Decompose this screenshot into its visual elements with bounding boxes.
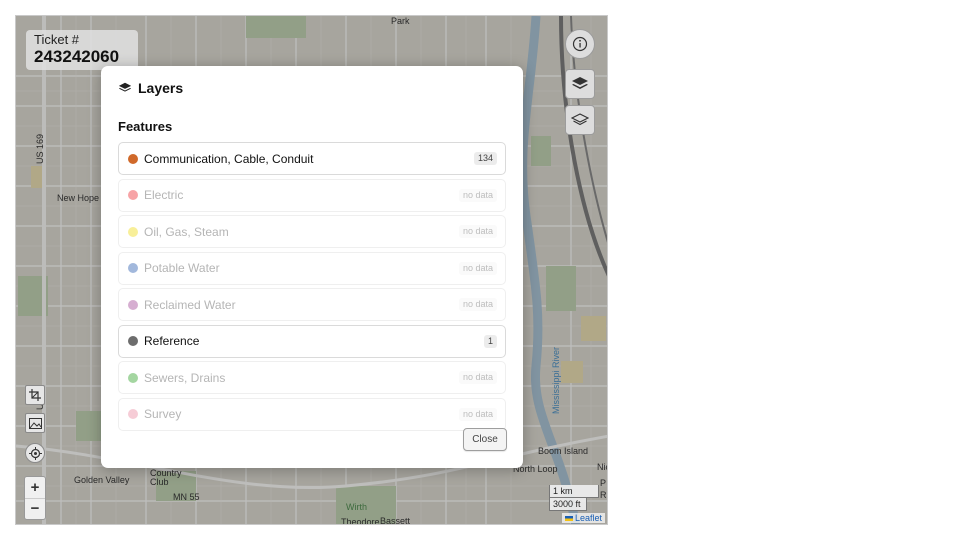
layer-item-reference[interactable]: Reference 1 [118, 324, 506, 358]
layers-button[interactable] [565, 69, 595, 99]
info-button[interactable] [565, 29, 595, 59]
layer-color-dot [128, 226, 138, 237]
layer-count-badge: no data [458, 261, 497, 275]
layers-modal: Layers Features Communication, Cable, Co… [101, 66, 523, 468]
layer-color-dot [128, 153, 138, 164]
ticket-panel: Ticket # 243242060 [26, 30, 138, 70]
map-label-park: Park [391, 16, 410, 26]
layer-item-survey[interactable]: Survey no data [118, 397, 506, 431]
scale-ft: 3000 ft [549, 498, 587, 511]
zoom-in-button[interactable]: + [25, 477, 45, 498]
map-label-bassett: Bassett [380, 516, 411, 525]
image-icon [28, 417, 42, 429]
layer-list: Communication, Cable, Conduit 134 Electr… [118, 142, 506, 431]
modal-title: Layers [118, 80, 506, 96]
map-label-mississippi: Mississippi River [551, 346, 561, 414]
layer-count-badge: no data [458, 298, 497, 311]
locate-button[interactable] [25, 443, 45, 463]
locate-icon [28, 446, 42, 460]
layers-outline-icon [571, 113, 589, 126]
ticket-number: 243242060 [34, 47, 120, 66]
layer-name: Oil, Gas, Steam [144, 224, 229, 239]
close-button[interactable]: Close [463, 428, 507, 451]
layer-name: Reclaimed Water [144, 297, 236, 312]
layer-name: Survey [144, 407, 182, 421]
crop-icon [29, 389, 41, 401]
layer-item-electric[interactable]: Electric no data [118, 178, 506, 212]
layer-item-sewers-drains[interactable]: Sewers, Drains no data [118, 361, 506, 394]
layer-color-dot [128, 299, 138, 310]
map-label-new-hope: New Hope [57, 193, 100, 203]
layer-color-dot [128, 263, 138, 273]
ticket-label: Ticket # [34, 32, 80, 47]
modal-title-text: Layers [138, 80, 184, 96]
layer-name: Reference [144, 334, 200, 348]
layers-outline-button[interactable] [565, 105, 595, 135]
image-button[interactable] [25, 413, 45, 433]
scale-km: 1 km [549, 485, 599, 498]
layer-color-dot [128, 336, 138, 346]
layer-color-dot [128, 372, 138, 383]
leaflet-flag-icon [564, 516, 573, 522]
map-label-p: P [600, 478, 607, 488]
map-label-golden-valley: Golden Valley [74, 475, 130, 485]
layer-name: Sewers, Drains [144, 370, 226, 385]
leaflet-attribution[interactable]: Leaflet [561, 513, 605, 523]
layer-name: Potable Water [144, 261, 220, 275]
layer-item-potable-water[interactable]: Potable Water no data [118, 251, 506, 285]
map-label-boom-island: Boom Island [538, 446, 589, 456]
map-label-wirth: Wirth [346, 502, 367, 512]
map-label-theodore: Theodore [341, 517, 380, 525]
map-label-country-club: Country Club [150, 468, 182, 487]
layers-title-icon [118, 82, 132, 92]
attribution-text: Leaflet [574, 513, 602, 523]
layer-item-reclaimed-water[interactable]: Reclaimed Water no data [118, 288, 506, 321]
layer-name: Communication, Cable, Conduit [144, 151, 314, 166]
info-icon [572, 36, 588, 52]
map-label-r: R [600, 490, 607, 500]
layer-item-oil-gas-steam[interactable]: Oil, Gas, Steam no data [118, 215, 506, 248]
map-label-mn55: MN 55 [173, 492, 200, 502]
zoom-control: + − [24, 476, 46, 520]
layer-count-badge: 1 [483, 334, 497, 348]
features-heading: Features [118, 119, 173, 134]
layer-color-dot [128, 190, 138, 200]
layer-count-badge: no data [458, 225, 497, 238]
layer-name: Electric [144, 188, 184, 202]
layers-icon [572, 77, 588, 89]
layer-count-badge: no data [458, 407, 497, 421]
layer-count-badge: 134 [473, 152, 497, 165]
map-label-nic: Nic [597, 462, 607, 472]
layer-color-dot [128, 409, 138, 419]
map-label-us169: US 169 [35, 133, 45, 164]
layer-count-badge: no data [458, 188, 497, 202]
layer-count-badge: no data [458, 371, 497, 384]
layer-item-communication[interactable]: Communication, Cable, Conduit 134 [118, 142, 506, 175]
zoom-out-button[interactable]: − [25, 497, 45, 520]
crop-button[interactable] [25, 385, 45, 405]
